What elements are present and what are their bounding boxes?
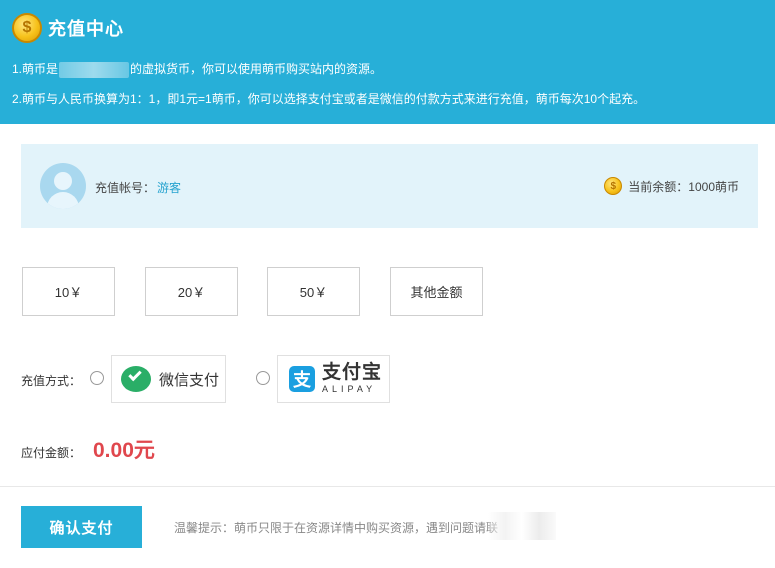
account-panel: 充值帐号： 游客 $ 当前余额：1000萌币: [21, 144, 758, 228]
divider: [0, 486, 775, 487]
balance-text: 当前余额：1000萌币: [628, 179, 739, 194]
redacted-blur: [59, 61, 130, 78]
header-title-row: $ 充值中心: [12, 13, 124, 43]
wechat-pay-option[interactable]: 微信支付: [111, 355, 226, 403]
balance-display: $ 当前余额：1000萌币: [604, 177, 739, 195]
header-banner: $ 充值中心 1.萌币是 的虚拟货币，你可以使用萌币购买站内的资源。 2.萌币与人…: [0, 0, 775, 124]
alipay-radio[interactable]: [256, 371, 270, 385]
account-username[interactable]: 游客: [157, 179, 181, 196]
payment-method-label: 充值方式：: [21, 374, 82, 388]
alipay-option[interactable]: 支 支付宝 ALIPAY: [277, 355, 390, 403]
avatar: [40, 163, 86, 209]
info-line-1-suffix: 的虚拟货币，你可以使用萌币购买站内的资源。: [130, 62, 383, 76]
amount-button-10[interactable]: 10￥: [22, 267, 115, 316]
alipay-label-en: ALIPAY: [322, 384, 377, 394]
amount-button-20[interactable]: 20￥: [145, 267, 238, 316]
wechat-icon: [121, 366, 151, 392]
wechat-radio[interactable]: [90, 371, 104, 385]
account-label: 充值帐号：: [95, 181, 156, 195]
alipay-label-cn: 支付宝: [322, 362, 383, 383]
amount-button-50[interactable]: 50￥: [267, 267, 360, 316]
tip-text: 温馨提示：萌币只限于在资源详情中购买资源，遇到问题请联: [174, 521, 499, 535]
alipay-wordmark: 支付宝 ALIPAY: [322, 363, 382, 395]
avatar-body-shape: [47, 192, 79, 209]
amount-due-label: 应付金额：: [21, 446, 82, 460]
amount-due-value: 0.00元: [93, 439, 155, 462]
info-line-1: 1.萌币是 的虚拟货币，你可以使用萌币购买站内的资源。: [12, 60, 382, 78]
redacted-blur: [488, 512, 556, 540]
info-line-1-prefix: 1.萌币是: [12, 62, 59, 76]
coin-icon: $: [12, 13, 42, 43]
amount-button-other[interactable]: 其他金额: [390, 267, 483, 316]
confirm-payment-button[interactable]: 确认支付: [21, 506, 142, 548]
avatar-head-shape: [54, 172, 72, 190]
coin-icon: $: [604, 177, 623, 195]
alipay-icon: 支: [289, 366, 315, 392]
info-line-2: 2.萌币与人民币换算为1：1，即1元=1萌币，你可以选择支付宝或者是微信的付款方…: [12, 92, 646, 106]
wechat-pay-label: 微信支付: [159, 371, 220, 389]
page-title: 充值中心: [48, 19, 124, 39]
